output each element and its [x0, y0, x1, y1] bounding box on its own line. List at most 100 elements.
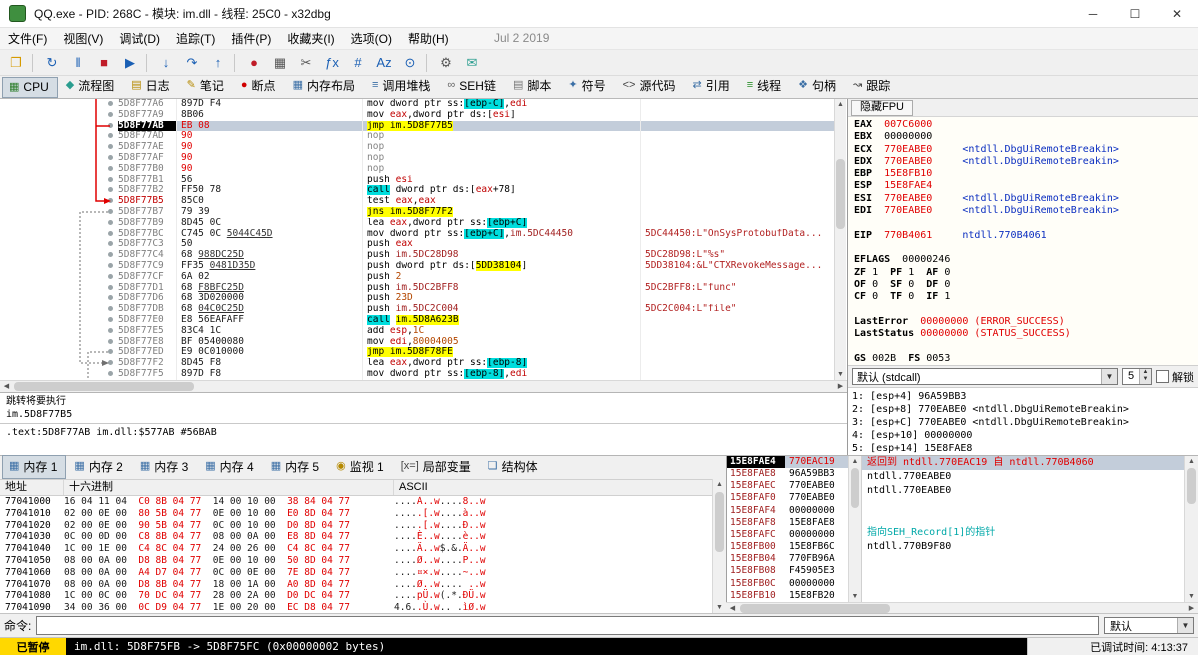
register-row[interactable]: EDX 770EABE0 <ntdll.DbgUiRemoteBreakin>: [854, 156, 1198, 168]
stack-row[interactable]: 15E8FAE4 770EAC19: [727, 456, 848, 469]
menu-item[interactable]: 追踪(T): [168, 28, 223, 49]
breakpoint-dot[interactable]: [108, 252, 113, 258]
tab-references[interactable]: ⇄ 引用: [685, 74, 738, 98]
dump-row[interactable]: 77041080 1C 00 0C 00 70 DC 04 77 28 00 2…: [0, 590, 712, 602]
disasm-row[interactable]: 5D8F77E5 83C4 1C add esp,1C: [0, 325, 836, 337]
dump-row[interactable]: 77041050 08 00 0A 00 D8 8B 04 77 0E 00 1…: [0, 555, 712, 567]
breakpoint-dot[interactable]: [108, 306, 113, 312]
checkbox-icon[interactable]: [1156, 370, 1169, 383]
run-to-return-button[interactable]: ↑: [206, 52, 230, 74]
tab-threads[interactable]: ≡ 线程: [740, 74, 790, 98]
patches-button[interactable]: ✂: [294, 52, 318, 74]
stack-row[interactable]: 15E8FB08 F45905E3: [727, 565, 848, 577]
goto-button[interactable]: #: [346, 52, 370, 74]
dump-row[interactable]: 77041020 02 00 0E 00 90 5B 04 77 0C 00 1…: [0, 520, 712, 532]
memory-map-button[interactable]: ▦: [268, 52, 292, 74]
scroll-right-arrow[interactable]: ▶: [834, 381, 847, 392]
stack-info-line[interactable]: ntdll.770EABE0: [862, 484, 1184, 498]
breakpoint-gutter[interactable]: [0, 229, 118, 240]
tab-dump-1[interactable]: ▦ 内存 1: [2, 455, 67, 479]
stack-row[interactable]: 15E8FAF4 00000000: [727, 505, 848, 517]
breakpoint-dot[interactable]: [108, 122, 113, 128]
argument-row[interactable]: 4: [esp+10] 00000000: [852, 429, 1198, 442]
tab-trace[interactable]: ↝ 跟踪: [846, 74, 899, 98]
breakpoint-dot[interactable]: [108, 262, 113, 268]
breakpoint-gutter[interactable]: [0, 272, 118, 283]
breakpoint-gutter[interactable]: [0, 304, 118, 315]
register-row[interactable]: ESP 15E8FAE4: [854, 180, 1198, 192]
stack-row[interactable]: 15E8FB0C 00000000: [727, 578, 848, 590]
breakpoint-gutter[interactable]: [0, 99, 118, 110]
scroll-up-arrow[interactable]: ▲: [1185, 456, 1198, 467]
settings-button[interactable]: ⚙: [434, 52, 458, 74]
search-button[interactable]: ⊙: [398, 52, 422, 74]
tab-graph[interactable]: ◆ 流程图: [59, 74, 123, 98]
menu-item[interactable]: 帮助(H): [400, 28, 457, 49]
breakpoint-gutter[interactable]: [0, 142, 118, 153]
breakpoint-gutter[interactable]: [0, 218, 118, 229]
stepper-arrows-icon[interactable]: ▲ ▼: [1139, 369, 1151, 384]
stack-info-line[interactable]: [862, 512, 1184, 526]
breakpoint-dot[interactable]: [108, 198, 113, 204]
breakpoint-gutter[interactable]: [0, 110, 118, 121]
menu-item[interactable]: 文件(F): [0, 28, 55, 49]
register-row[interactable]: ECX 770EABE0 <ntdll.DbgUiRemoteBreakin>: [854, 144, 1198, 156]
breakpoint-dot[interactable]: [108, 165, 113, 171]
scroll-down-arrow[interactable]: ▼: [835, 369, 846, 380]
chevron-down-icon[interactable]: ▼: [1101, 369, 1117, 384]
breakpoint-dot[interactable]: [108, 187, 113, 193]
stack-info-line[interactable]: 指向SEH_Record[1]的指针: [862, 526, 1184, 540]
disasm-row[interactable]: 5D8F77F5 897D F8 mov dword ptr ss:[ebp-8…: [0, 368, 836, 380]
register-row[interactable]: OF 0 SF 0 DF 0: [854, 279, 1198, 291]
step-over-button[interactable]: ↷: [180, 52, 204, 74]
tab-handles[interactable]: ❖ 句柄: [791, 74, 845, 98]
maximize-button[interactable]: ☐: [1114, 0, 1156, 27]
close-button[interactable]: ✕: [1156, 0, 1198, 27]
menu-item[interactable]: 选项(O): [343, 28, 400, 49]
scroll-up-arrow[interactable]: ▲: [849, 456, 861, 467]
breakpoint-dot[interactable]: [108, 295, 113, 301]
dump-row[interactable]: 77041030 0C 00 0D 00 C8 8B 04 77 08 00 0…: [0, 531, 712, 543]
breakpoint-dot[interactable]: [108, 219, 113, 225]
register-row[interactable]: ESI 770EABE0 <ntdll.DbgUiRemoteBreakin>: [854, 193, 1198, 205]
tab-dump-2[interactable]: ▦ 内存 2: [67, 455, 131, 479]
toolbar-separator[interactable]: [426, 53, 430, 72]
stack-row[interactable]: 15E8FAFC 00000000: [727, 529, 848, 541]
breakpoint-dot[interactable]: [108, 208, 113, 214]
breakpoint-dot[interactable]: [108, 370, 113, 376]
tab-symbols[interactable]: ✦ 符号: [561, 74, 614, 98]
tab-breakpoints[interactable]: ● 断点: [234, 74, 285, 98]
dump-row[interactable]: 77041000 16 04 11 04 C0 8B 04 77 14 00 1…: [0, 496, 712, 508]
tab-dump-3[interactable]: ▦ 内存 3: [133, 455, 197, 479]
register-row[interactable]: LastStatus 00000000 (STATUS_SUCCESS): [854, 328, 1198, 340]
disasm-row[interactable]: 5D8F77B0 90 nop: [0, 163, 836, 175]
scroll-down-arrow[interactable]: ▼: [1185, 591, 1198, 602]
register-row[interactable]: EFLAGS 00000246: [854, 254, 1198, 266]
dump-row[interactable]: 77041060 08 00 0A 00 A4 D7 04 77 0C 00 0…: [0, 567, 712, 579]
pause-button[interactable]: ‖: [66, 52, 90, 74]
disasm-row[interactable]: 5D8F77B9 8D45 0C lea eax,dword ptr ss:[e…: [0, 217, 836, 229]
breakpoint-dot[interactable]: [108, 101, 113, 106]
tab-log[interactable]: ▤ 日志: [124, 74, 178, 98]
comment-button[interactable]: ✉: [460, 52, 484, 74]
tab-cpu[interactable]: ▦ CPU: [2, 77, 58, 98]
toolbar-separator[interactable]: [32, 53, 36, 72]
tab-struct[interactable]: ❏ 结构体: [481, 455, 547, 479]
toolbar-separator[interactable]: [146, 53, 150, 72]
breakpoints-button[interactable]: ●: [242, 52, 266, 74]
command-mode-select[interactable]: 默认 ▼: [1104, 617, 1194, 634]
breakpoint-gutter[interactable]: [0, 153, 118, 164]
breakpoint-dot[interactable]: [108, 327, 113, 333]
calculator-button[interactable]: ƒx: [320, 52, 344, 74]
breakpoint-dot[interactable]: [108, 176, 113, 182]
breakpoint-gutter[interactable]: [0, 347, 118, 358]
register-row[interactable]: [854, 217, 1198, 229]
breakpoint-dot[interactable]: [108, 284, 113, 290]
tab-notes[interactable]: ✎ 笔记: [180, 74, 233, 98]
info-vertical-scrollbar[interactable]: ▲ ▼: [1184, 456, 1198, 602]
breakpoint-gutter[interactable]: [0, 326, 118, 337]
stack-row[interactable]: 15E8FB00 15E8FB6C: [727, 541, 848, 553]
scroll-down-arrow[interactable]: ▼: [849, 591, 861, 602]
breakpoint-gutter[interactable]: [0, 239, 118, 250]
register-row[interactable]: EBP 15E8FB10: [854, 168, 1198, 180]
